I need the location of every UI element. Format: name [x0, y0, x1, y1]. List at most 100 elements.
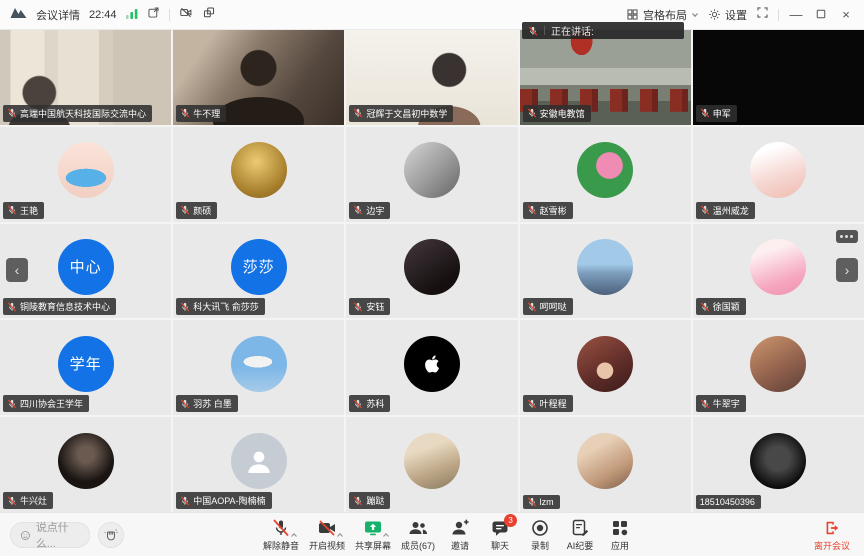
invite-button[interactable]: 邀请 — [442, 516, 478, 554]
participant-avatar: 中心 — [58, 239, 114, 295]
meeting-details-button[interactable]: 会议详情 — [36, 7, 80, 23]
minimize-button[interactable]: — — [788, 7, 804, 22]
fist-bump-button[interactable] — [98, 522, 124, 548]
participant-name-tag: 徐国颖 — [696, 298, 746, 315]
start-video-button[interactable]: 开启视频 — [306, 516, 348, 554]
divider — [169, 9, 170, 21]
participant-name: 王艳 — [20, 204, 38, 217]
participant-tile[interactable]: 安徽电教馆 — [520, 30, 691, 125]
chat-button[interactable]: 3聊天 — [482, 516, 518, 554]
mic-muted-icon — [180, 205, 190, 215]
privacy-lock-icon[interactable] — [202, 6, 216, 24]
unmute-button[interactable]: 解除静音 — [260, 516, 302, 554]
participant-name: 科大讯飞 俞莎莎 — [193, 300, 259, 313]
toolbar: 解除静音开启视频共享屏幕成员(67) 邀请3聊天录制AI纪要应用 — [260, 516, 638, 554]
network-signal-icon — [126, 6, 138, 24]
chevron-up-icon[interactable] — [382, 532, 390, 538]
settings-button[interactable]: 设置 — [708, 7, 747, 23]
ai-notes-button[interactable]: AI纪要 — [562, 516, 598, 554]
participant-tile[interactable]: 蹦跶 — [346, 417, 517, 512]
app-logo-icon — [10, 6, 27, 24]
participant-tile[interactable]: 牛不理 — [173, 30, 344, 125]
participant-name: 牛不理 — [193, 107, 220, 120]
participant-name: 牛兴灶 — [20, 494, 47, 507]
leave-meeting-button[interactable]: 离开会议 — [810, 516, 854, 554]
fullscreen-button[interactable] — [756, 6, 769, 24]
layout-button[interactable]: 宫格布局 — [626, 7, 699, 23]
mic-muted-icon — [353, 108, 363, 118]
participant-tile[interactable]: 呵呵哒 — [520, 224, 691, 319]
chevron-up-icon[interactable] — [336, 532, 344, 538]
participant-tile[interactable]: 高端中国航天科技国际交流中心 — [0, 30, 171, 125]
participant-tile[interactable]: 中国AOPA-陶楠楠 — [173, 417, 344, 512]
apps-button[interactable]: 应用 — [602, 516, 638, 554]
participant-tile[interactable]: 牛兴灶 — [0, 417, 171, 512]
chat-unread-badge: 3 — [504, 514, 517, 527]
participant-tile[interactable]: 苏科 — [346, 320, 517, 415]
participant-tile[interactable]: 18510450396 — [693, 417, 864, 512]
participant-tile[interactable]: 王艳 — [0, 127, 171, 222]
participant-tile[interactable]: 学年四川协会王学年 — [0, 320, 171, 415]
members-label: 成员(67) — [401, 539, 435, 552]
participant-tile[interactable]: 申军 — [693, 30, 864, 125]
tile-more-button[interactable] — [836, 230, 858, 243]
participant-name-tag: 羽苏 白墨 — [176, 395, 238, 412]
participant-name-tag: 18510450396 — [696, 495, 761, 509]
record-button[interactable]: 录制 — [522, 516, 558, 554]
participant-tile[interactable]: 温州威龙 — [693, 127, 864, 222]
mic-muted-icon — [180, 496, 190, 506]
close-button[interactable]: × — [838, 7, 854, 22]
participant-name: 徐国颖 — [713, 300, 740, 313]
participant-name-tag: 蹦跶 — [349, 492, 390, 509]
participant-name: 铜陵教育信息技术中心 — [20, 300, 110, 313]
fist-bump-icon — [104, 528, 118, 542]
participant-avatar: 学年 — [58, 336, 114, 392]
participant-tile[interactable]: 安钰 — [346, 224, 517, 319]
mic-muted-icon — [527, 108, 537, 118]
ai-notes-icon — [570, 518, 590, 538]
speaking-banner: 正在讲话: — [522, 22, 684, 39]
participant-tile[interactable]: 颜硕 — [173, 127, 344, 222]
participant-name: 四川协会王学年 — [20, 397, 83, 410]
prev-page-button[interactable]: ‹ — [6, 258, 28, 282]
title-bar: 会议详情 22:44 宫格布局 设置 — [0, 0, 864, 30]
mic-muted-icon — [527, 302, 537, 312]
emoji-icon[interactable] — [20, 529, 31, 542]
mic-muted-icon — [700, 302, 710, 312]
popout-window-icon[interactable] — [147, 6, 160, 24]
next-page-button[interactable]: › — [836, 258, 858, 282]
participant-avatar — [231, 142, 287, 198]
participant-tile[interactable]: 叶程程 — [520, 320, 691, 415]
chevron-up-icon[interactable] — [290, 532, 298, 538]
message-placeholder: 说点什么... — [36, 519, 80, 551]
participant-tile[interactable]: 牛翠宇 — [693, 320, 864, 415]
maximize-button[interactable] — [813, 7, 829, 22]
apps-icon — [610, 518, 630, 538]
participant-tile[interactable]: 莎莎科大讯飞 俞莎莎 — [173, 224, 344, 319]
gear-icon — [708, 8, 721, 21]
participant-tile[interactable]: 羽苏 白墨 — [173, 320, 344, 415]
camera-restricted-icon[interactable] — [179, 6, 193, 24]
mic-muted-icon — [7, 399, 17, 409]
participant-name: 牛翠宇 — [713, 397, 740, 410]
participant-avatar — [577, 433, 633, 489]
participant-tile[interactable]: 冠辉于文昌初中数学 — [346, 30, 517, 125]
members-button[interactable]: 成员(67) — [398, 516, 438, 554]
participant-tile[interactable]: 赵雪彬 — [520, 127, 691, 222]
apps-label: 应用 — [611, 539, 629, 552]
message-input[interactable]: 说点什么... — [10, 522, 90, 548]
leave-meeting-label: 离开会议 — [814, 539, 850, 552]
participant-name-tag: 温州威龙 — [696, 202, 755, 219]
participant-avatar — [58, 142, 114, 198]
mic-muted-icon — [7, 302, 17, 312]
participant-name-tag: 王艳 — [3, 202, 44, 219]
participant-tile[interactable]: lzm — [520, 417, 691, 512]
share-screen-button[interactable]: 共享屏幕 — [352, 516, 394, 554]
participant-name: 温州威龙 — [713, 204, 749, 217]
mic-muted-icon — [353, 496, 363, 506]
participant-name: 蹦跶 — [366, 494, 384, 507]
participant-tile[interactable]: 边宇 — [346, 127, 517, 222]
participant-name-tag: 铜陵教育信息技术中心 — [3, 298, 116, 315]
mic-off-icon — [271, 518, 291, 538]
participant-name: 呵呵哒 — [540, 300, 567, 313]
